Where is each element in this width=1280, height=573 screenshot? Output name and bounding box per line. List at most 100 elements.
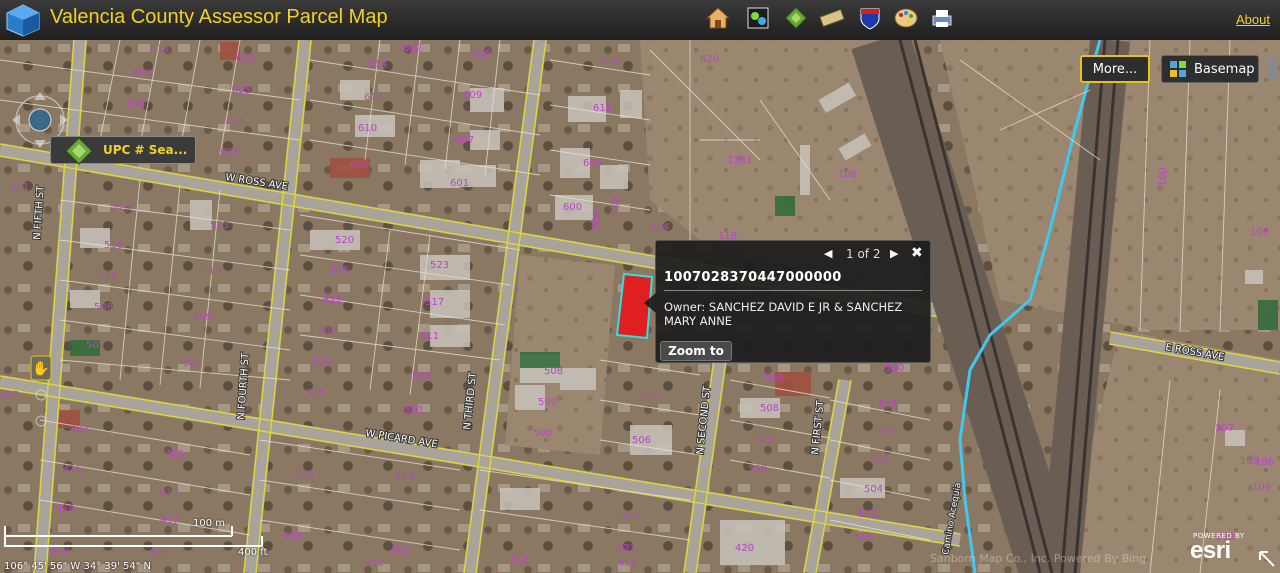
parcel-label: 518 [878, 399, 897, 410]
home-icon[interactable] [704, 4, 732, 32]
parcel-label: 500 [748, 464, 767, 475]
parcel-label: 608 [126, 99, 145, 110]
parcel-label: 516 [330, 265, 349, 276]
parcel-label: 520 [335, 235, 354, 246]
parcel-label: 510 [765, 373, 784, 384]
parcel-label: 611 [236, 53, 255, 64]
svg-text:✋: ✋ [32, 360, 49, 377]
parcel-label: 204 [650, 222, 669, 233]
parcel-label: 420 [735, 543, 754, 554]
upc-search-icon [65, 137, 93, 165]
print-icon[interactable] [928, 4, 956, 32]
parcel-label: 504 [312, 357, 331, 368]
parcel-label: 604 [583, 158, 602, 169]
zoom-slider[interactable]: ✋ [30, 355, 52, 435]
parcel-label: 513 [202, 266, 221, 277]
parcel-label: 600 [591, 211, 604, 231]
parcel-label: 109 [1252, 482, 1271, 493]
parcel-label: 612 [364, 92, 383, 103]
parcel-label: 501 [183, 358, 202, 369]
parcel-label: 423 [395, 472, 414, 483]
parcel-label: 500 [533, 428, 552, 439]
palette-icon[interactable] [892, 4, 920, 32]
parcel-label: 510 [98, 270, 117, 281]
parcel-label: 605 [232, 85, 251, 96]
parcel-label: 622 [403, 43, 422, 54]
parcel-label: 424 [295, 470, 314, 481]
parcel-label: 508 [544, 366, 563, 377]
parcel-label: 417 [160, 488, 179, 499]
basemap-button-label: Basemap [1194, 61, 1255, 77]
basemap-button[interactable]: Basemap [1161, 55, 1259, 83]
aerial-imagery: 614 622 615 614 620 610 611 605 612 609 … [0, 40, 1280, 573]
route-shield-icon[interactable] [856, 4, 884, 32]
parcel-label: 610 [133, 68, 152, 79]
parcel-label: 424 [70, 424, 89, 435]
parcel-label: 416 [63, 464, 82, 475]
parcel-label: 100 [1250, 227, 1269, 238]
parcel-label: 523 [210, 220, 229, 231]
parcel-label: 620 [700, 54, 719, 65]
parcel-label: 413 [510, 555, 529, 566]
about-link[interactable]: About [1236, 12, 1270, 27]
map-canvas[interactable]: 614 622 615 614 620 610 611 605 612 609 … [0, 40, 1280, 573]
esri-logo: esri [1190, 537, 1231, 564]
zoom-to-label: Zoom to [668, 344, 724, 358]
map-layers-icon[interactable] [744, 4, 772, 32]
zoom-to-button[interactable]: Zoom to [660, 341, 732, 361]
upc-search-label: UPC # Sea... [103, 143, 188, 157]
map-attribution: Sanborn Map Co., Inc. Powered By Bing [930, 552, 1147, 565]
parcel-label: 601 [450, 178, 469, 189]
result-pager: 1 of 2 [846, 247, 881, 261]
parcel-label: 509 [193, 312, 212, 323]
parcel-label: 500 [538, 397, 557, 408]
popup-divider [664, 290, 922, 291]
app-header: Valencia County Assessor Parcel Map Abou… [0, 0, 1280, 41]
measure-icon[interactable] [818, 4, 846, 32]
parcel-label: 600 [350, 160, 369, 171]
parcel-label: 508 [760, 403, 779, 414]
panel-scroll-handle[interactable] [1268, 58, 1278, 80]
app-title: Valencia County Assessor Parcel Map [50, 6, 388, 28]
more-button[interactable]: More... [1080, 55, 1150, 83]
parcel-label: 421 [617, 543, 636, 554]
parcel-info-popup: ◀ 1 of 2 ▶ ✖ 1007028370447000000 Owner: … [644, 240, 931, 363]
parcel-label: 502 [86, 340, 105, 351]
scale-imperial: 400 ft [238, 547, 268, 558]
parcel-label: 415 [622, 512, 641, 523]
parcel-label: 520 [885, 363, 904, 374]
parcel-label: 106 [838, 169, 857, 180]
parcel-label: 505 [412, 371, 431, 382]
previous-result-icon[interactable]: ◀ [824, 247, 832, 260]
parcel-label: 615 [472, 49, 491, 60]
parcel-label: 100 [1157, 167, 1170, 187]
next-result-icon[interactable]: ▶ [890, 247, 898, 260]
parcel-label: 414 [56, 503, 75, 514]
parcel-label: 502 [858, 509, 877, 520]
parcel-label: 508 [318, 326, 337, 337]
parcel-id: 1007028370447000000 [664, 270, 842, 285]
parcel-search-icon[interactable] [782, 4, 810, 32]
parcel-label: 517 [425, 297, 444, 308]
basemap-grid-icon [1170, 61, 1186, 77]
parcel-label: 1181 [727, 155, 752, 166]
parcel-label: 603 [226, 116, 245, 127]
parcel-label: 107 [1215, 423, 1234, 434]
parcel-label: 109 [1240, 456, 1259, 467]
close-icon[interactable]: ✖ [911, 245, 923, 261]
parcel-label: 610 [358, 123, 377, 134]
parcel-label: 612 [593, 103, 612, 114]
parcel-label: 506 [632, 435, 651, 446]
parcel-label: 501 [10, 182, 29, 193]
cursor-coordinates: 106° 45' 56" W 34° 39' 54" N [4, 561, 152, 572]
parcel-label: 503 [855, 532, 874, 543]
parcel-label: 614 [368, 59, 387, 70]
parcel-label: 614 [600, 56, 619, 67]
owner-text: Owner: SANCHEZ DAVID E JR & SANCHEZ MARY… [664, 300, 903, 328]
parcel-label: 412 [365, 558, 384, 569]
parcel-label: 411 [390, 545, 409, 556]
scale-metric: 100 m [193, 518, 226, 529]
expand-corner-icon[interactable] [1256, 548, 1278, 570]
parcel-label: 425 [0, 390, 19, 401]
parcel-label: 524 [112, 202, 131, 213]
